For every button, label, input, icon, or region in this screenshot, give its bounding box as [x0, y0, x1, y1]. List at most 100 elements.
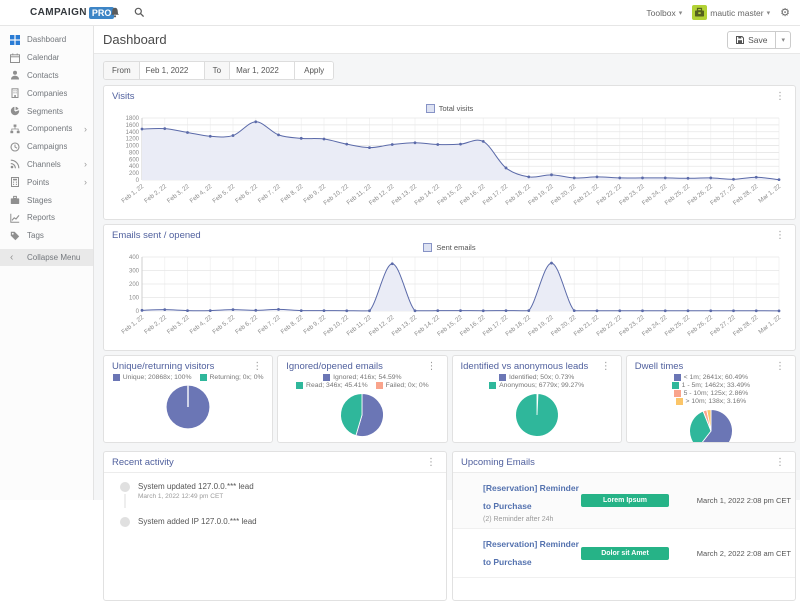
apply-button[interactable]: Apply — [294, 62, 333, 79]
sidebar-item-reports[interactable]: Reports — [0, 209, 93, 227]
pie-segment-icon — [10, 106, 21, 116]
svg-text:Feb 5, 22: Feb 5, 22 — [211, 183, 236, 205]
svg-text:100: 100 — [129, 296, 140, 302]
panel-title: Upcoming Emails — [461, 457, 535, 468]
main-content: Dashboard Save ▾ From To Apply Visits ⋮ — [94, 26, 800, 500]
emails-panel-title: Emails sent / opened — [112, 230, 201, 241]
sidebar-item-label: Points — [27, 178, 49, 187]
unique-returning-pie-chart — [112, 381, 264, 437]
legend-item[interactable]: < 1m; 2641x; 60.49% — [674, 374, 748, 381]
contact-person-icon — [10, 70, 21, 80]
sidebar-collapse-menu[interactable]: ‹ Collapse Menu — [0, 249, 93, 267]
calculator-icon — [10, 177, 21, 187]
sidebar-item-stages[interactable]: Stages — [0, 191, 93, 209]
legend-swatch — [674, 390, 681, 397]
legend-item[interactable]: 1 - 5m; 1462x; 33.49% — [672, 382, 750, 389]
sidebar-item-contacts[interactable]: Contacts — [0, 67, 93, 85]
panel-menu-icon[interactable]: ⋮ — [250, 362, 264, 372]
svg-text:400: 400 — [129, 164, 140, 170]
sidebar-item-dashboard[interactable]: Dashboard — [0, 31, 93, 49]
activity-time: March 1, 2022 12:49 pm CET — [138, 493, 254, 500]
legend-item[interactable]: Anonymous; 6779x; 99.27% — [489, 382, 584, 389]
legend-label: Read; 346x; 45.41% — [306, 382, 368, 389]
settings-gear-icon[interactable]: ⚙ — [780, 6, 790, 19]
panel-menu-icon[interactable]: ⋮ — [773, 458, 787, 468]
svg-text:Feb 7, 22: Feb 7, 22 — [257, 183, 282, 205]
svg-text:0: 0 — [136, 309, 140, 315]
panel-menu-icon[interactable]: ⋮ — [424, 458, 438, 468]
timeline-line — [124, 494, 126, 508]
panel-menu-icon[interactable]: ⋮ — [425, 362, 439, 372]
legend-item[interactable]: Returning; 0x; 0% — [200, 374, 264, 381]
legend-label: 1 - 5m; 1462x; 33.49% — [682, 382, 750, 389]
legend-item[interactable]: Read; 346x; 45.41% — [296, 382, 368, 389]
legend-item[interactable]: Failed; 0x; 0% — [376, 382, 429, 389]
sidebar-item-components[interactable]: Components › — [0, 120, 93, 138]
panel-title: Dwell times — [635, 361, 684, 372]
visits-line-chart: 020040060080010001200140016001800Feb 1, … — [112, 115, 787, 214]
ignored-opened-emails-panel: Ignored/opened emails ⋮ Ignored; 416x; 5… — [277, 355, 447, 443]
sidebar-item-channels[interactable]: Channels › — [0, 156, 93, 174]
dashboard-icon — [10, 35, 21, 45]
panel-menu-icon[interactable]: ⋮ — [773, 92, 787, 102]
upcoming-emails-panel: Upcoming Emails ⋮ [Reservation] Reminder… — [452, 451, 796, 601]
legend-item[interactable]: 5 - 10m; 125x; 2.86% — [674, 390, 749, 397]
email-subtitle: (2) Reminder after 24h — [483, 516, 581, 523]
sidebar-item-label: Components — [27, 124, 72, 133]
ignored-opened-pie-chart — [286, 389, 438, 439]
sidebar-item-label: Stages — [27, 196, 52, 205]
svg-text:Feb 3, 22: Feb 3, 22 — [166, 183, 191, 205]
chevron-left-icon: ‹ — [10, 252, 21, 262]
sidebar-item-companies[interactable]: Companies — [0, 84, 93, 102]
date-range-filter: From To Apply — [103, 61, 334, 80]
date-to-input[interactable] — [230, 62, 294, 79]
save-button[interactable]: Save — [727, 31, 776, 49]
chevron-down-icon: ▾ — [679, 9, 683, 17]
svg-text:400: 400 — [129, 255, 140, 261]
emails-legend[interactable]: Sent emails — [112, 241, 787, 254]
date-from-input[interactable] — [140, 62, 204, 79]
toolbox-menu[interactable]: Toolbox ▾ — [646, 8, 682, 18]
legend-label: Total visits — [439, 104, 474, 113]
user-menu[interactable]: mautic master ▾ — [692, 5, 770, 20]
svg-text:Feb 7, 22: Feb 7, 22 — [257, 314, 282, 336]
legend-item[interactable]: > 10m; 138x; 3.16% — [676, 398, 747, 405]
identified-anonymous-panel: Identified vs anonymous leads ⋮ Identifi… — [452, 355, 622, 443]
svg-text:1400: 1400 — [126, 130, 140, 136]
legend-item[interactable]: Identified; 50x; 0.73% — [499, 374, 574, 381]
sidebar-item-points[interactable]: Points › — [0, 173, 93, 191]
app-logo[interactable]: CAMPAIGN PRO — [0, 7, 94, 19]
svg-text:Feb 1, 22: Feb 1, 22 — [120, 314, 145, 336]
legend-swatch — [113, 374, 120, 381]
panel-title: Recent activity — [112, 457, 174, 468]
sidebar-item-calendar[interactable]: Calendar — [0, 49, 93, 67]
legend-label: Sent emails — [436, 243, 475, 252]
email-link[interactable]: [Reservation] Reminder to Purchase — [483, 483, 579, 511]
campaign-badge: Dolor sit Amet — [581, 547, 669, 560]
notifications-bell-icon[interactable] — [110, 7, 120, 18]
sidebar-item-campaigns[interactable]: Campaigns — [0, 138, 93, 156]
visits-panel: Visits ⋮ Total visits 020040060080010001… — [103, 85, 796, 220]
clock-icon — [10, 142, 21, 152]
broadcast-icon — [10, 159, 21, 169]
save-dropdown-button[interactable]: ▾ — [776, 31, 791, 49]
panel-menu-icon[interactable]: ⋮ — [773, 231, 787, 241]
svg-text:Feb 6, 22: Feb 6, 22 — [234, 314, 259, 336]
visits-legend[interactable]: Total visits — [112, 102, 787, 115]
legend-item[interactable]: Ignored; 416x; 54.59% — [323, 374, 401, 381]
sidebar-item-tags[interactable]: Tags — [0, 227, 93, 245]
sidebar-item-label: Reports — [27, 213, 55, 222]
panel-menu-icon[interactable]: ⋮ — [599, 362, 613, 372]
sidebar-item-label: Campaigns — [27, 142, 67, 151]
svg-text:Feb 4, 22: Feb 4, 22 — [189, 314, 214, 336]
panel-menu-icon[interactable]: ⋮ — [773, 362, 787, 372]
avatar — [692, 5, 707, 20]
legend-item[interactable]: Unique; 20868x; 100% — [113, 374, 192, 381]
brand-name: CAMPAIGN — [30, 7, 87, 18]
global-search-icon[interactable] — [134, 7, 145, 18]
sidebar-item-segments[interactable]: Segments — [0, 102, 93, 120]
building-icon — [10, 88, 21, 98]
email-link[interactable]: [Reservation] Reminder to Purchase — [483, 539, 579, 567]
unique-returning-visitors-panel: Unique/returning visitors ⋮ Unique; 2086… — [103, 355, 273, 443]
email-time: March 1, 2022 2:08 pm CET — [679, 496, 791, 505]
